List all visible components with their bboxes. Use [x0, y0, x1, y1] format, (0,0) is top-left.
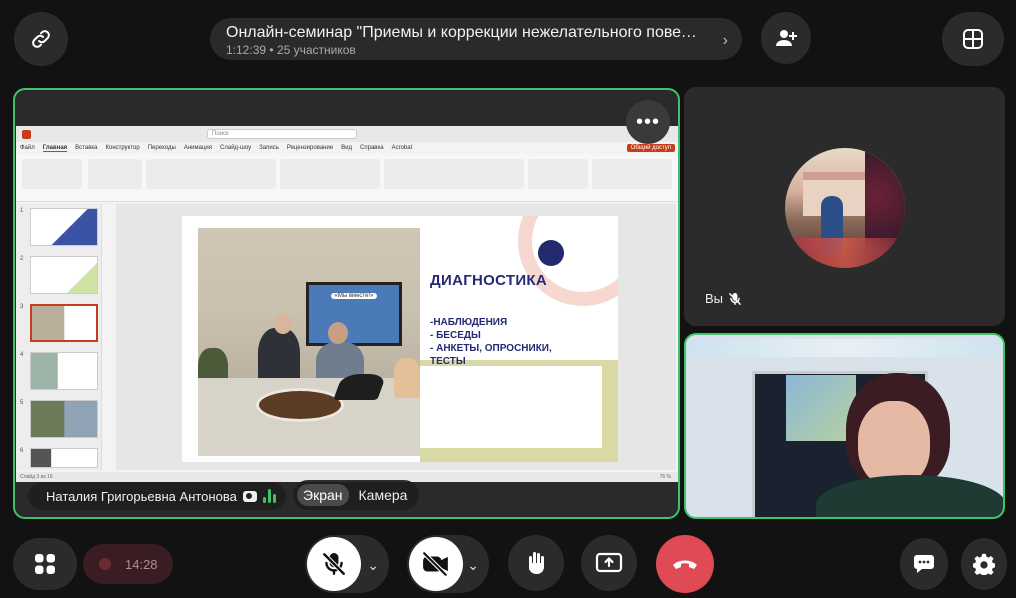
hang-up-icon: [673, 560, 697, 569]
grid-layout-icon: [963, 29, 983, 49]
ppt-menu-item: Вставка: [75, 145, 98, 151]
camera-toggle-button[interactable]: [409, 537, 463, 591]
self-label: Вы: [705, 291, 724, 306]
ppt-menu-item: Рецензирование: [286, 145, 334, 151]
gear-icon: [973, 553, 995, 575]
presenter-name-pill: Наталия Григорьевна Антонова: [28, 482, 286, 510]
more-dots-icon: •••: [635, 110, 660, 133]
decorative-dot: [538, 240, 564, 266]
ppt-search-box: Поиск: [207, 129, 357, 139]
apps-button[interactable]: [13, 538, 77, 590]
meeting-duration: 1:12:39: [226, 43, 267, 57]
decorative-arc: [518, 216, 618, 306]
audio-level-icon: [262, 489, 276, 503]
ppt-menu-item: Переходы: [147, 145, 176, 151]
meeting-subtitle: 1:12:39 • 25 участников: [226, 43, 726, 57]
thumb-number: 6: [20, 448, 24, 454]
avatar: [785, 148, 905, 268]
current-slide: «Мы вместе!» ДИАГНОСТИКА -НАБЛЮДЕНИЯ - Б…: [182, 216, 618, 462]
camera-off-icon: [422, 551, 448, 577]
photo-screen-title: «Мы вместе!»: [331, 293, 377, 299]
slide-bullet: - АНКЕТЫ, ОПРОСНИКИ,: [430, 343, 552, 354]
copy-link-button[interactable]: [14, 12, 68, 66]
slide-thumbnail: [30, 448, 98, 468]
ppt-menu-item: Слайд-шоу: [220, 145, 252, 151]
microphone-control[interactable]: ⌄: [305, 535, 389, 593]
self-participant-tile[interactable]: Вы: [684, 87, 1005, 326]
slide-thumbnail: [30, 352, 98, 390]
view-switch[interactable]: Экран Камера: [293, 480, 420, 510]
ppt-menubar: Файл Главная Вставка Конструктор Переход…: [16, 142, 678, 154]
share-screen-icon: [595, 552, 623, 573]
mic-toggle-button[interactable]: [307, 537, 361, 591]
screen-share-icon: [242, 490, 257, 502]
hand-icon: [529, 552, 544, 574]
photo-tv-screen: «Мы вместе!»: [306, 282, 402, 346]
ppt-menu-item: Анимация: [183, 145, 213, 151]
slide-title: ДИАГНОСТИКА: [430, 272, 547, 289]
leave-call-button[interactable]: [656, 535, 714, 593]
apps-grid-icon: [35, 554, 55, 574]
view-camera-tab[interactable]: Камера: [353, 484, 414, 506]
chat-icon: [914, 555, 934, 573]
settings-button[interactable]: [961, 538, 1007, 590]
meeting-title-pill[interactable]: Онлайн-семинар "Приемы и коррекции нежел…: [210, 18, 742, 60]
link-icon: [32, 30, 50, 48]
chevron-down-icon[interactable]: ⌄: [367, 557, 379, 574]
thumb-number: 2: [20, 256, 24, 262]
ppt-menu-item: Конструктор: [105, 145, 140, 151]
thumb-number: 3: [20, 304, 24, 310]
meeting-title: Онлайн-семинар "Приемы и коррекции нежел…: [226, 24, 702, 41]
mic-muted-icon: [322, 552, 346, 576]
slide-thumbnail-selected: [30, 304, 98, 342]
ppt-menu-item: Файл: [20, 145, 35, 151]
slide-photo: «Мы вместе!»: [198, 228, 420, 456]
powerpoint-logo-icon: [22, 129, 31, 139]
more-options-button[interactable]: •••: [626, 100, 670, 144]
slide-bullet: ТЕСТЫ: [430, 356, 466, 367]
ppt-titlebar: Поиск: [16, 126, 678, 142]
thumb-number: 4: [20, 352, 24, 358]
ppt-ribbon: [16, 154, 678, 202]
slide-editor-canvas: «Мы вместе!» ДИАГНОСТИКА -НАБЛЮДЕНИЯ - Б…: [116, 204, 676, 470]
slide-bullet-list: -НАБЛЮДЕНИЯ - БЕСЕДЫ - АНКЕТЫ, ОПРОСНИКИ…: [430, 316, 552, 368]
recording-time: 14:28: [125, 556, 158, 572]
record-dot-icon: [99, 558, 111, 570]
ppt-menu-item: Вид: [341, 145, 353, 151]
chevron-right-icon: ›: [722, 32, 728, 49]
add-user-icon: [776, 30, 797, 46]
chevron-down-icon[interactable]: ⌄: [467, 557, 479, 574]
slide-bullet: -НАБЛЮДЕНИЯ: [430, 317, 508, 328]
ppt-share-button: Общий доступ: [626, 144, 675, 152]
raise-hand-button[interactable]: [508, 535, 564, 591]
view-screen-tab[interactable]: Экран: [297, 484, 349, 506]
thumb-number: 1: [20, 208, 24, 214]
mic-muted-icon: [729, 292, 741, 305]
layout-button[interactable]: [942, 12, 1004, 66]
shared-powerpoint-window: Поиск Файл Главная Вставка Конструктор П…: [16, 126, 678, 482]
ppt-menu-item: Запись: [259, 145, 279, 151]
slide-thumbnail: [30, 256, 98, 294]
slide-bullet: - БЕСЕДЫ: [430, 330, 481, 341]
slide-thumbnail: [30, 400, 98, 438]
camera-control[interactable]: ⌄: [407, 535, 489, 593]
recording-indicator[interactable]: 14:28: [83, 544, 173, 584]
slide-thumbnail: [30, 208, 98, 246]
share-screen-button[interactable]: [581, 535, 637, 591]
thumb-number: 5: [20, 400, 24, 406]
add-participant-button[interactable]: [761, 12, 811, 64]
self-name-label: Вы: [705, 291, 742, 306]
chat-button[interactable]: [900, 538, 948, 590]
ppt-menu-item: Справка: [360, 145, 384, 151]
slide-thumbnail-panel: 1 2 3 4 5 6: [16, 204, 102, 470]
separator: •: [269, 43, 274, 57]
participant-count: 25 участников: [276, 43, 356, 57]
participant-camera-tile[interactable]: [684, 333, 1005, 519]
ppt-menu-item: Acrobat: [391, 145, 413, 151]
presenter-name: Наталия Григорьевна Антонова: [46, 488, 237, 504]
screen-share-tile[interactable]: Поиск Файл Главная Вставка Конструктор П…: [13, 88, 680, 519]
ppt-menu-item: Главная: [42, 144, 68, 152]
